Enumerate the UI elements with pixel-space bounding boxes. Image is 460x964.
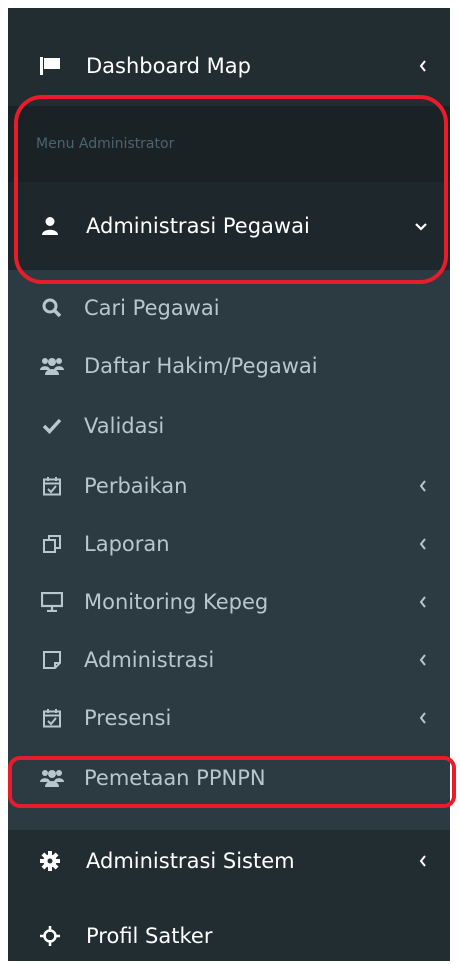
sidebar-item-label: Administrasi Sistem — [86, 849, 295, 873]
submenu-item-validasi[interactable]: Validasi — [8, 400, 450, 452]
calendar-check-icon — [38, 476, 66, 496]
submenu-item-label: Administrasi — [84, 648, 215, 672]
gear-icon — [36, 851, 64, 871]
calendar-check-icon — [38, 708, 66, 728]
chevron-left-icon — [418, 595, 428, 609]
submenu-administrasi-pegawai: Cari Pegawai Daftar Hakim/Pegawai Valida… — [8, 270, 450, 830]
users-icon — [38, 356, 66, 376]
chevron-left-icon — [418, 854, 428, 868]
sidebar-item-label: Profil Satker — [86, 924, 213, 948]
submenu-item-label: Validasi — [84, 414, 165, 438]
check-icon — [38, 418, 66, 434]
submenu-item-pemetaan-ppnpn[interactable]: Pemetaan PPNPN — [8, 752, 450, 804]
monitor-icon — [38, 592, 66, 612]
copy-icon — [38, 534, 66, 554]
sidebar-item-profil-satker[interactable]: Profil Satker — [8, 908, 450, 964]
submenu-item-monitoring-kepeg[interactable]: Monitoring Kepeg — [8, 576, 450, 628]
submenu-item-presensi[interactable]: Presensi — [8, 692, 450, 744]
chevron-left-icon — [418, 479, 428, 493]
section-header: Menu Administrator — [8, 106, 450, 182]
chevron-left-icon — [418, 711, 428, 725]
submenu-item-perbaikan[interactable]: Perbaikan — [8, 460, 450, 512]
submenu-item-label: Pemetaan PPNPN — [84, 766, 266, 790]
chevron-down-icon — [414, 221, 428, 231]
users-icon — [38, 768, 66, 788]
sidebar-item-dashboard-map[interactable]: Dashboard Map — [8, 36, 450, 96]
sticky-note-icon — [38, 650, 66, 670]
user-icon — [36, 216, 64, 236]
crosshair-icon — [36, 926, 64, 946]
flag-icon — [36, 56, 64, 76]
submenu-item-label: Cari Pegawai — [84, 296, 220, 320]
sidebar-item-administrasi-pegawai[interactable]: Administrasi Pegawai — [8, 182, 450, 270]
sidebar-menu: Dashboard Map Menu Administrator Adminis… — [8, 8, 450, 961]
section-header-label: Menu Administrator — [36, 136, 175, 152]
submenu-item-laporan[interactable]: Laporan — [8, 518, 450, 570]
chevron-left-icon — [418, 653, 428, 667]
submenu-item-label: Monitoring Kepeg — [84, 590, 269, 614]
chevron-left-icon — [418, 59, 428, 73]
submenu-item-label: Presensi — [84, 706, 172, 730]
submenu-item-label: Perbaikan — [84, 474, 188, 498]
sidebar-item-label: Administrasi Pegawai — [86, 214, 310, 238]
search-icon — [38, 298, 66, 318]
chevron-left-icon — [418, 537, 428, 551]
submenu-item-daftar-hakim-pegawai[interactable]: Daftar Hakim/Pegawai — [8, 340, 450, 392]
submenu-item-cari-pegawai[interactable]: Cari Pegawai — [8, 282, 450, 334]
submenu-item-label: Laporan — [84, 532, 170, 556]
submenu-item-label: Daftar Hakim/Pegawai — [84, 354, 318, 378]
sidebar-item-administrasi-sistem[interactable]: Administrasi Sistem — [8, 830, 450, 892]
submenu-item-administrasi[interactable]: Administrasi — [8, 634, 450, 686]
sidebar-item-label: Dashboard Map — [86, 54, 251, 78]
